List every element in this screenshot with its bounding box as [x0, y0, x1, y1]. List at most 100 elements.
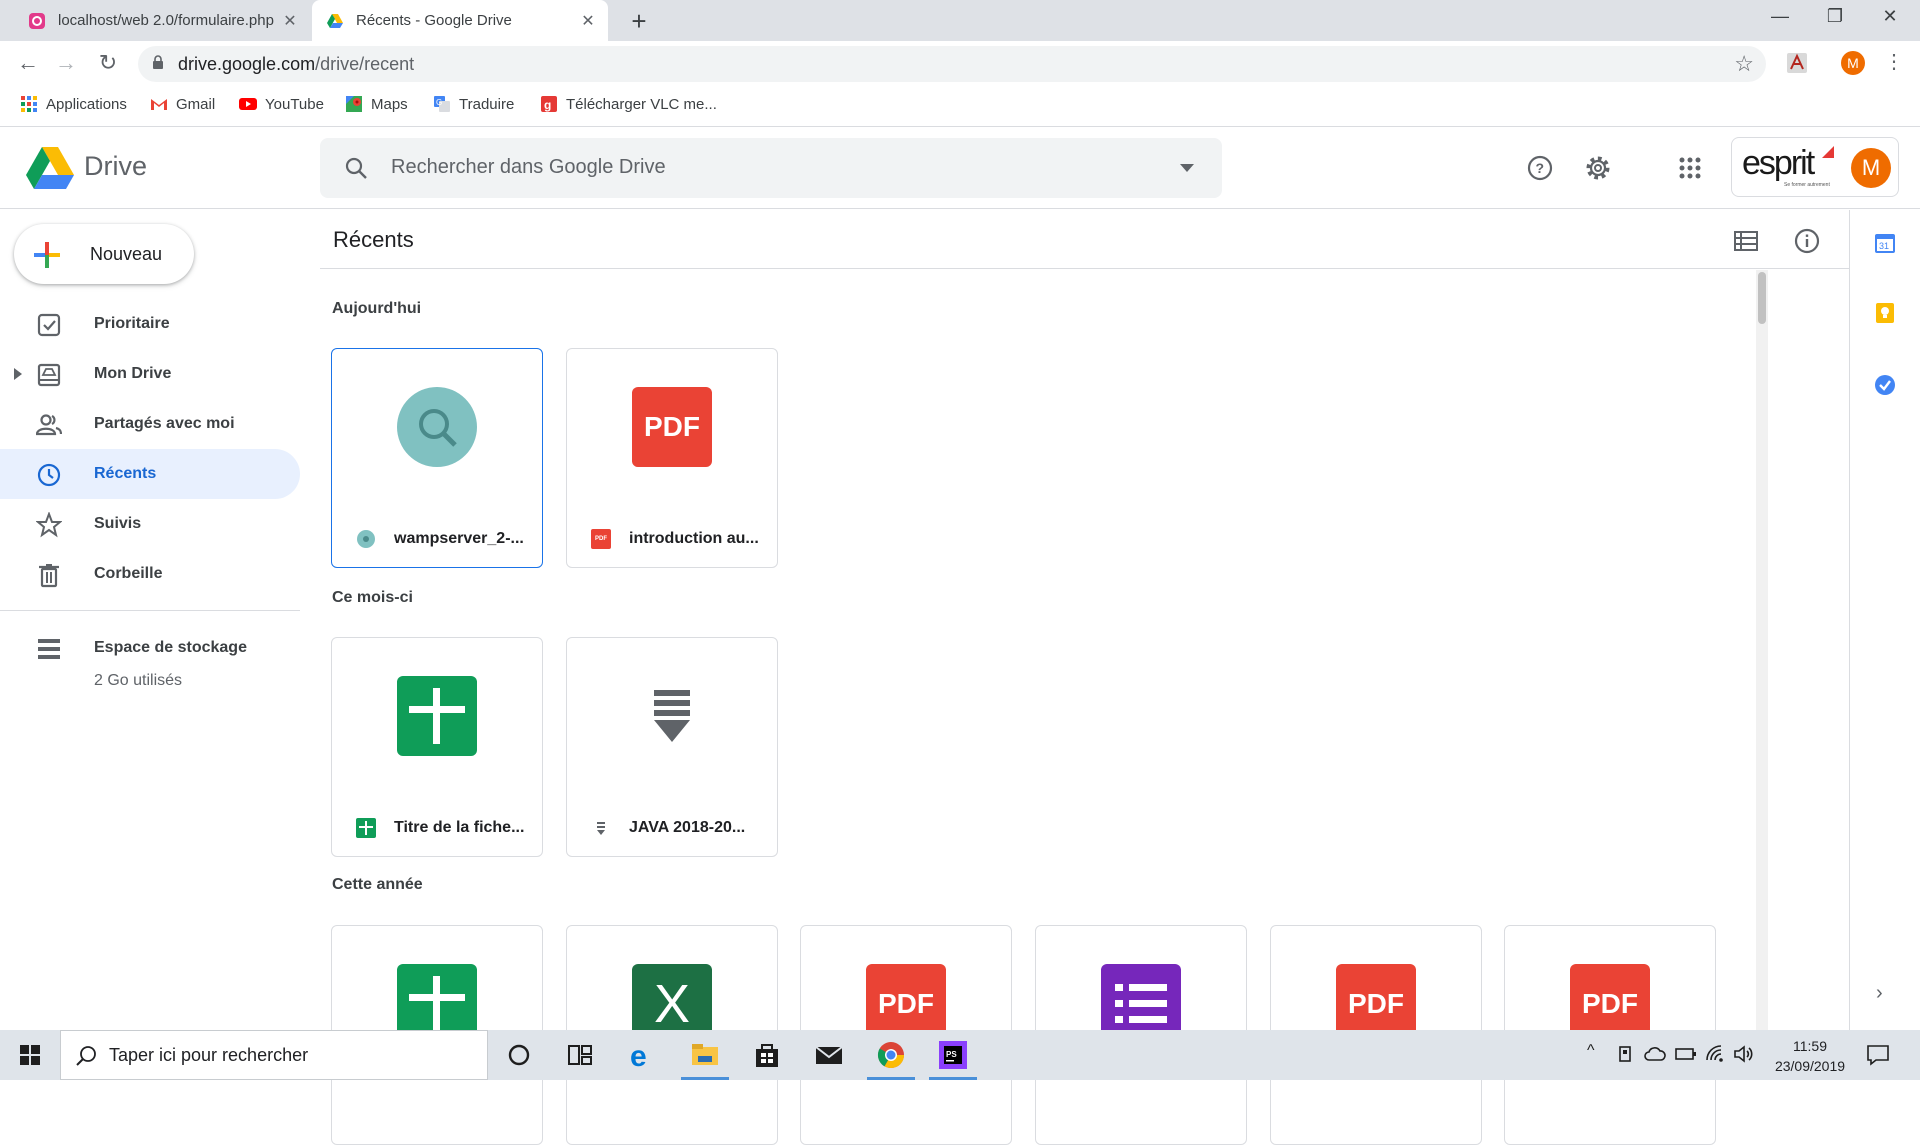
sidebar-item-mon-drive[interactable]: Mon Drive [0, 349, 300, 399]
bookmark-maps[interactable]: Maps [345, 95, 408, 113]
bookmark-label: Maps [371, 95, 408, 113]
profile-avatar[interactable]: M [1841, 51, 1865, 75]
archive-small-icon [597, 822, 605, 835]
sidebar-item-suivis[interactable]: Suivis [0, 499, 300, 549]
windows-start-icon[interactable] [20, 1045, 40, 1065]
taskbar-search-placeholder: Taper ici pour rechercher [109, 1045, 309, 1065]
mail-icon[interactable] [812, 1038, 846, 1072]
sidebar-item-partages[interactable]: Partagés avec moi [0, 399, 300, 449]
settings-gear-icon[interactable] [1578, 148, 1618, 188]
phpstorm-icon[interactable]: PS [936, 1038, 970, 1072]
google-drive-favicon-icon [327, 13, 343, 28]
scrollbar-thumb[interactable] [1758, 272, 1766, 324]
search-placeholder: Rechercher dans Google Drive [391, 156, 666, 178]
expand-caret-icon[interactable] [14, 368, 22, 380]
bookmark-gmail[interactable]: Gmail [150, 95, 215, 113]
task-view-icon[interactable] [563, 1038, 597, 1072]
vlc-icon: g [541, 96, 557, 112]
help-icon[interactable]: ? [1520, 148, 1560, 188]
main-scrollbar[interactable] [1756, 270, 1768, 1030]
reload-icon[interactable]: ↻ [94, 49, 122, 77]
svg-text:G: G [436, 98, 442, 107]
google-apps-grid-icon[interactable] [1670, 148, 1710, 188]
drive-logo-text[interactable]: Drive [84, 151, 147, 182]
drive-logo-icon[interactable] [26, 147, 74, 189]
sidebar-item-label: Récents [94, 465, 157, 482]
esprit-tagline: Se former autrement [1784, 182, 1830, 188]
sidebar-item-corbeille[interactable]: Corbeille [0, 549, 300, 599]
bookmark-label: Gmail [176, 95, 216, 113]
sidebar-item-label: Suivis [94, 515, 142, 532]
close-window-button[interactable]: ✕ [1870, 6, 1910, 27]
shared-people-icon [36, 414, 62, 436]
file-name: introduction au... [629, 530, 759, 547]
taskbar-search-box[interactable]: Taper ici pour rechercher [60, 1030, 488, 1080]
account-switcher[interactable]: esprit Se former autrement M [1731, 137, 1899, 197]
tasks-icon[interactable] [1874, 374, 1896, 396]
notifications-icon[interactable] [1866, 1044, 1890, 1066]
edge-browser-icon[interactable]: e [626, 1038, 660, 1072]
minimize-button[interactable]: — [1760, 6, 1800, 27]
chrome-taskbar-icon[interactable] [874, 1038, 908, 1072]
storage-icon [38, 639, 60, 659]
file-card-wampserver[interactable]: wampserver_2-... [331, 348, 543, 568]
taskbar-clock[interactable]: 11:59 23/09/2019 [1760, 1036, 1860, 1076]
file-card-titre-fiche[interactable]: Titre de la fiche... [331, 637, 543, 857]
maps-icon [346, 96, 362, 112]
address-bar[interactable]: drive.google.com/drive/recent ☆ [138, 46, 1766, 82]
expand-panel-chevron-icon[interactable]: › [1876, 982, 1883, 1005]
trash-icon [39, 564, 59, 588]
bookmark-star-icon[interactable]: ☆ [1734, 51, 1754, 77]
chrome-menu-icon[interactable]: ⋮ [1884, 49, 1904, 74]
search-options-dropdown-icon[interactable] [1180, 164, 1194, 172]
sidebar-item-storage[interactable]: Espace de stockage [0, 623, 300, 673]
account-avatar[interactable]: M [1851, 148, 1891, 188]
store-icon[interactable] [750, 1038, 784, 1072]
keep-icon[interactable] [1874, 302, 1896, 324]
clock-date: 23/09/2019 [1774, 1058, 1846, 1074]
sidebar-item-prioritaire[interactable]: Prioritaire [0, 299, 300, 349]
browser-tab-drive[interactable]: Récents - Google Drive ✕ [312, 0, 608, 41]
back-arrow-icon[interactable]: ← [14, 49, 42, 77]
file-card-footer: wampserver_2-... [332, 519, 542, 559]
bookmark-applications[interactable]: Applications [20, 95, 127, 113]
drive-search-box[interactable]: Rechercher dans Google Drive [320, 138, 1222, 198]
sidebar-item-recents[interactable]: Récents [0, 449, 300, 499]
bookmark-vlc[interactable]: g Télécharger VLC me... [540, 95, 717, 113]
generic-file-search-icon [397, 387, 477, 467]
list-view-icon[interactable] [1733, 228, 1759, 254]
svg-text:?: ? [1536, 160, 1545, 176]
url-path: /drive/recent [315, 54, 415, 74]
file-explorer-icon[interactable] [688, 1038, 722, 1072]
forward-arrow-icon[interactable]: → [52, 49, 80, 77]
page-title: Récents [333, 227, 414, 252]
info-icon[interactable] [1792, 226, 1822, 256]
calendar-icon[interactable]: 31 [1874, 232, 1896, 254]
volume-icon[interactable] [1733, 1044, 1755, 1064]
usb-device-icon[interactable] [1616, 1045, 1634, 1063]
main-content: Récents Aujourd'hui wampserver_2-... PDF… [320, 210, 1850, 1145]
new-tab-button[interactable]: + [624, 6, 654, 37]
acrobat-extension-icon[interactable] [1786, 52, 1808, 74]
pdf-small-icon: PDF [591, 529, 611, 549]
onedrive-cloud-icon[interactable] [1644, 1045, 1666, 1063]
bookmark-label: Applications [46, 95, 127, 113]
restore-button[interactable]: ❐ [1815, 6, 1855, 27]
cortana-icon[interactable] [502, 1038, 536, 1072]
archive-thumbnail-icon [654, 690, 690, 742]
show-hidden-icons-chevron-icon[interactable]: ^ [1587, 1042, 1595, 1060]
battery-icon[interactable] [1675, 1047, 1697, 1061]
bookmark-traduire[interactable]: G Traduire [433, 95, 514, 113]
browser-tab-localhost[interactable]: localhost/web 2.0/formulaire.php ✕ [14, 0, 310, 41]
file-card-introduction[interactable]: PDF PDF introduction au... [566, 348, 778, 568]
storage-used: 2 Go utilisés [94, 672, 183, 689]
file-card-footer: Titre de la fiche... [332, 808, 542, 848]
bookmark-youtube[interactable]: YouTube [239, 95, 324, 113]
tab-close-icon[interactable]: ✕ [280, 11, 300, 31]
url-host: drive.google.com [178, 54, 316, 74]
file-card-java[interactable]: JAVA 2018-20... [566, 637, 778, 857]
search-icon[interactable] [344, 156, 368, 180]
tab-close-icon[interactable]: ✕ [578, 11, 598, 31]
new-button[interactable]: Nouveau [14, 224, 194, 284]
wifi-icon[interactable] [1705, 1044, 1727, 1064]
